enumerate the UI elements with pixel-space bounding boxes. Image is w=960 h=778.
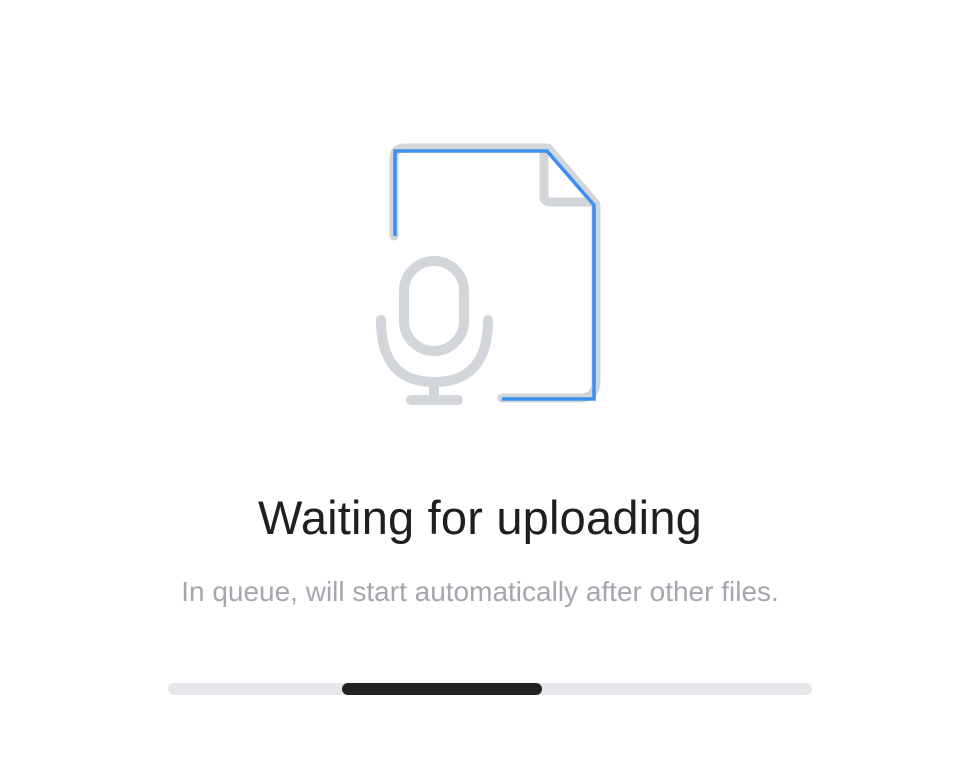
progress-indicator [342,683,542,695]
upload-status-screen: Waiting for uploading In queue, will sta… [0,0,960,778]
file-progress-outline [393,149,596,401]
file-icon [389,143,601,403]
audio-file-illustration [376,143,601,405]
progress-track [168,683,812,695]
status-title: Waiting for uploading [258,491,702,544]
microphone-icon [376,256,493,405]
status-message: In queue, will start automatically after… [181,576,779,607]
